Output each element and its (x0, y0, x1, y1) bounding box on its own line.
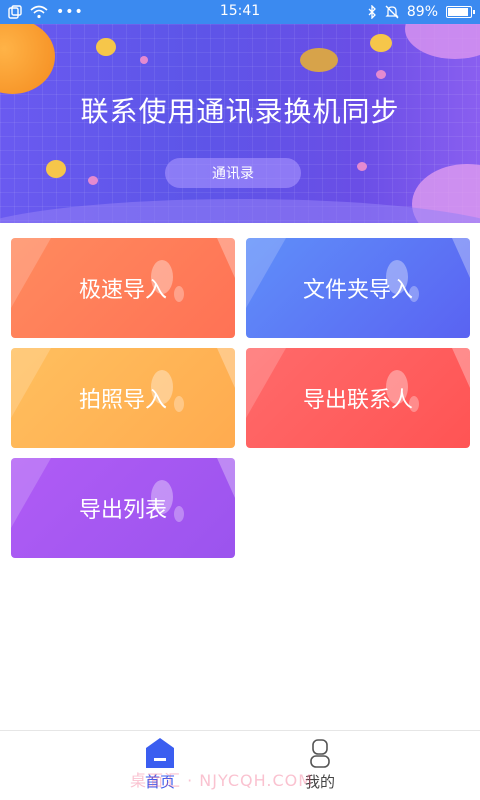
tile-decoration (174, 286, 184, 302)
orange-pill (300, 48, 338, 72)
bottom-nav: 首页 我的 桌面汇 · NJYCQH.COM (0, 730, 480, 800)
tile-decoration (11, 458, 51, 528)
user-icon (310, 739, 330, 768)
tile-decoration (217, 238, 235, 278)
tile-label: 拍照导入 (78, 388, 167, 413)
status-bar: ••• 15:41 89% (0, 0, 480, 24)
watermark: 桌面汇 · NJYCQH.COM (130, 771, 314, 790)
pink-dot (376, 70, 386, 79)
tile-decoration (246, 348, 286, 418)
home-icon (146, 738, 174, 768)
tile-decoration (174, 396, 184, 412)
tile-decoration (174, 506, 184, 522)
tile-decoration (452, 348, 470, 388)
tile-decoration (11, 348, 51, 418)
yellow-dot (96, 38, 116, 56)
tile-decoration (217, 458, 235, 498)
tile-folder-import[interactable]: 文件夹导入 (246, 238, 470, 338)
tile-decoration (217, 348, 235, 388)
pink-dot (88, 176, 98, 185)
yellow-dot (370, 34, 392, 52)
tile-label: 文件夹导入 (302, 278, 413, 303)
battery-icon (446, 6, 475, 18)
tile-export-contacts[interactable]: 导出联系人 (246, 348, 470, 448)
tile-export-list[interactable]: 导出列表 (11, 458, 235, 558)
tile-decoration (11, 238, 51, 308)
pink-dot (357, 162, 367, 171)
tile-label: 极速导入 (78, 278, 167, 303)
yellow-dot (46, 160, 66, 178)
pink-dot (140, 56, 148, 64)
tile-label: 导出列表 (78, 498, 167, 523)
tile-fast-import[interactable]: 极速导入 (11, 238, 235, 338)
banner-title: 联系使用通讯录换机同步 (80, 95, 400, 128)
status-time: 15:41 (219, 3, 261, 19)
tile-decoration (246, 238, 286, 308)
contacts-button[interactable]: 通讯录 (165, 158, 301, 188)
tile-photo-import[interactable]: 拍照导入 (11, 348, 235, 448)
tile-decoration (452, 238, 470, 278)
battery-fill (448, 8, 468, 16)
tile-label: 导出联系人 (302, 388, 413, 413)
banner[interactable]: 联系使用通讯录换机同步 通讯录 (0, 24, 480, 223)
